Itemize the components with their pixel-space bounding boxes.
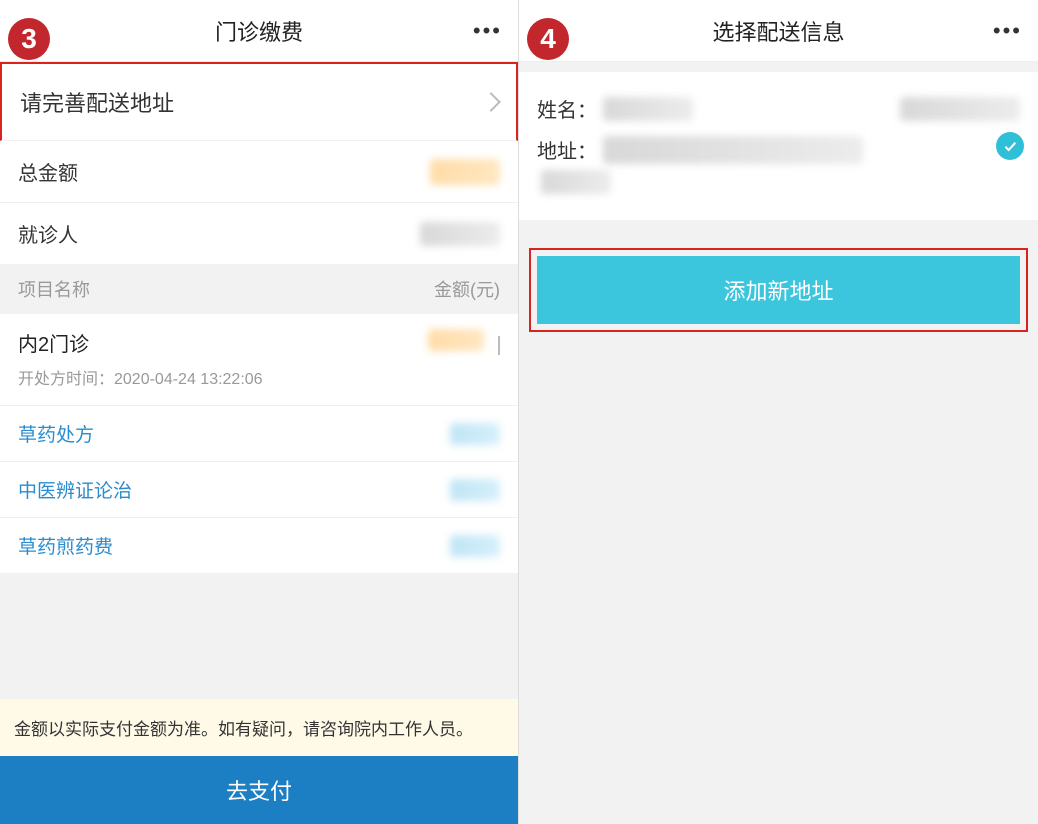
add-address-highlight: 添加新地址 <box>529 248 1028 332</box>
address-prompt-label: 请完善配送地址 <box>20 86 174 118</box>
patient-row: 就诊人 <box>0 203 518 264</box>
address-label: 地址： <box>537 135 597 164</box>
items-section-header: 项目名称 金额(元) <box>0 264 518 314</box>
divider <box>519 62 1038 72</box>
step-badge-4: 4 <box>527 18 569 60</box>
items-header-name: 项目名称 <box>18 276 90 302</box>
complete-address-row[interactable]: 请完善配送地址 <box>0 62 518 141</box>
page-title: 门诊缴费 <box>215 15 303 47</box>
item-label: 草药煎药费 <box>18 532 113 559</box>
item-amount-redacted <box>450 423 500 445</box>
item-row-2[interactable]: 草药煎药费 <box>0 518 518 573</box>
department-name: 内2门诊 <box>18 328 89 357</box>
department-block[interactable]: 内2门诊 开处方时间：2020-04-24 13:22:06 <box>0 314 518 406</box>
patient-value-redacted <box>420 222 500 246</box>
name-label: 姓名： <box>537 94 597 123</box>
screen-payment: 3 门诊缴费 ••• 请完善配送地址 总金额 就诊人 项目名称 金额(元) 内2… <box>0 0 519 824</box>
header-right: 选择配送信息 ••• <box>519 0 1038 62</box>
item-label: 中医辨证论治 <box>18 476 132 503</box>
phone-value-redacted <box>900 97 1020 121</box>
items-header-amount: 金额(元) <box>434 276 500 302</box>
address-card[interactable]: 姓名： 地址： <box>519 72 1038 220</box>
dept-amount-redacted <box>428 329 484 351</box>
total-amount-value-redacted <box>430 159 500 185</box>
item-row-0[interactable]: 草药处方 <box>0 406 518 462</box>
patient-label: 就诊人 <box>18 219 78 248</box>
selected-check-icon <box>996 132 1024 160</box>
prescription-time: 开处方时间：2020-04-24 13:22:06 <box>18 365 500 389</box>
item-label: 草药处方 <box>18 420 94 447</box>
step-badge-3: 3 <box>8 18 50 60</box>
address-value2-redacted <box>541 170 611 194</box>
screen-delivery: 4 选择配送信息 ••• 姓名： 地址： 添 <box>519 0 1038 824</box>
spacer <box>519 332 1038 824</box>
spacer <box>0 573 518 699</box>
name-value-redacted <box>603 97 693 121</box>
payment-notice: 金额以实际支付金额为准。如有疑问，请咨询院内工作人员。 <box>0 699 518 756</box>
item-amount-redacted <box>450 535 500 557</box>
chevron-right-icon <box>481 92 501 112</box>
address-value-redacted <box>603 136 863 164</box>
pay-button[interactable]: 去支付 <box>0 756 518 824</box>
total-amount-label: 总金额 <box>18 157 78 186</box>
add-address-button[interactable]: 添加新地址 <box>537 256 1020 324</box>
header-left: 门诊缴费 ••• <box>0 0 518 62</box>
total-amount-row: 总金额 <box>0 141 518 203</box>
more-icon[interactable]: ••• <box>993 0 1022 61</box>
chevron-up-icon <box>498 336 500 355</box>
item-row-1[interactable]: 中医辨证论治 <box>0 462 518 518</box>
item-amount-redacted <box>450 479 500 501</box>
more-icon[interactable]: ••• <box>473 0 502 61</box>
page-title: 选择配送信息 <box>712 15 844 47</box>
department-right <box>428 329 500 356</box>
